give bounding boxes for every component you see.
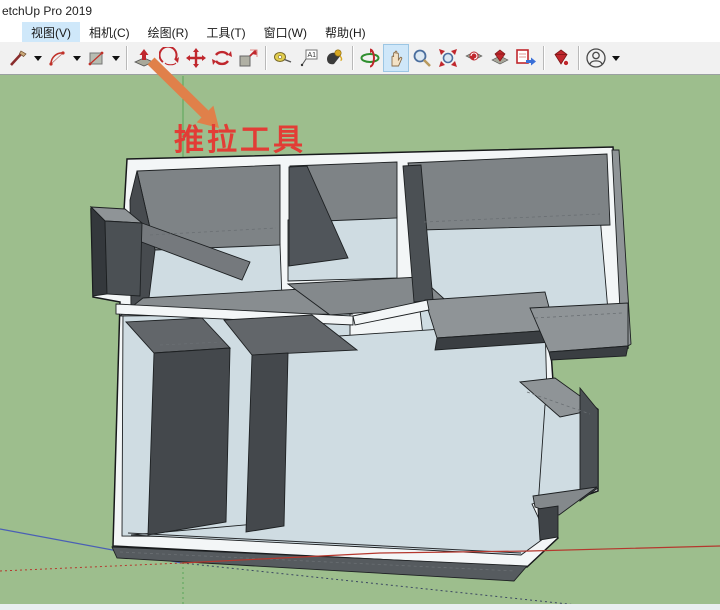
menu-window[interactable]: 窗口(W) bbox=[255, 22, 316, 43]
export-button[interactable] bbox=[513, 44, 539, 72]
export-icon bbox=[515, 47, 537, 69]
scale-tool-button[interactable] bbox=[235, 44, 261, 72]
move-icon bbox=[185, 47, 207, 69]
arc-tool-dropdown[interactable] bbox=[70, 45, 83, 71]
svg-text:A1: A1 bbox=[308, 52, 317, 59]
orbit-icon bbox=[359, 47, 381, 69]
circular-arrows-icon bbox=[211, 47, 233, 69]
menu-view[interactable]: 视图(V) bbox=[22, 22, 80, 43]
chevron-down-icon bbox=[612, 56, 620, 61]
chevron-down-icon bbox=[73, 56, 81, 61]
toolbar-separator bbox=[352, 46, 353, 70]
zoom-extents-tool-button[interactable] bbox=[435, 44, 461, 72]
toolbar-separator bbox=[265, 46, 266, 70]
red-gem-box-icon bbox=[489, 47, 511, 69]
line-tool-button[interactable] bbox=[5, 44, 31, 72]
chevron-down-icon bbox=[34, 56, 42, 61]
text-icon: A1 bbox=[298, 47, 320, 69]
model-info-button[interactable] bbox=[548, 44, 574, 72]
line-tool-dropdown[interactable] bbox=[31, 45, 44, 71]
zoom-tool-button[interactable] bbox=[409, 44, 435, 72]
window-title: etchUp Pro 2019 bbox=[0, 0, 92, 22]
paint-bucket-icon bbox=[324, 47, 346, 69]
account-button[interactable] bbox=[583, 44, 609, 72]
tape-measure-tool-button[interactable] bbox=[270, 44, 296, 72]
push-pull-tool-button[interactable] bbox=[131, 44, 157, 72]
account-dropdown[interactable] bbox=[609, 45, 622, 71]
wall-face bbox=[91, 207, 107, 296]
scale-icon bbox=[237, 47, 259, 69]
toolbar-separator bbox=[578, 46, 579, 70]
refresh-tool-button[interactable] bbox=[209, 44, 235, 72]
move-tool-button[interactable] bbox=[183, 44, 209, 72]
chevron-down-icon bbox=[112, 56, 120, 61]
title-bar: etchUp Pro 2019 bbox=[0, 0, 720, 22]
arc-icon bbox=[47, 48, 67, 68]
previous-view-icon bbox=[463, 47, 485, 69]
orbit-tool-button[interactable] bbox=[357, 44, 383, 72]
hand-icon bbox=[385, 47, 407, 69]
text-tool-button[interactable]: A1 bbox=[296, 44, 322, 72]
pan-tool-button[interactable] bbox=[383, 44, 409, 72]
wall-face bbox=[105, 221, 142, 296]
push-pull-icon bbox=[133, 47, 155, 69]
red-gem-icon bbox=[550, 47, 572, 69]
status-strip bbox=[0, 604, 720, 610]
sketchup-window: 推拉工具 etchUp Pro 2019 视图(V) 相机(C) 绘图(R) 工… bbox=[0, 0, 720, 610]
rotate-tool-button[interactable] bbox=[157, 44, 183, 72]
menu-help[interactable]: 帮助(H) bbox=[316, 22, 375, 43]
menu-camera[interactable]: 相机(C) bbox=[80, 22, 139, 43]
floorplan-model bbox=[91, 147, 631, 581]
menu-draw[interactable]: 绘图(R) bbox=[139, 22, 198, 43]
toolbar-separator bbox=[126, 46, 127, 70]
pencil-icon bbox=[8, 48, 28, 68]
menu-bar: 视图(V) 相机(C) 绘图(R) 工具(T) 窗口(W) 帮助(H) bbox=[0, 22, 720, 42]
wall-face bbox=[148, 348, 230, 535]
rectangle-icon bbox=[86, 48, 106, 68]
rotate-icon bbox=[159, 47, 181, 69]
menu-tools[interactable]: 工具(T) bbox=[197, 22, 254, 43]
zoom-extents-icon bbox=[437, 47, 459, 69]
model-viewport[interactable] bbox=[0, 0, 720, 610]
rectangle-tool-button[interactable] bbox=[83, 44, 109, 72]
toolbar-separator bbox=[543, 46, 544, 70]
arc-tool-button[interactable] bbox=[44, 44, 70, 72]
tape-measure-icon bbox=[272, 47, 294, 69]
magnifier-icon bbox=[411, 47, 433, 69]
wall-face bbox=[538, 506, 558, 540]
wall-face bbox=[246, 353, 288, 532]
paint-bucket-tool-button[interactable] bbox=[322, 44, 348, 72]
rectangle-tool-dropdown[interactable] bbox=[109, 45, 122, 71]
toolbar: A1 bbox=[0, 42, 720, 75]
wall-face bbox=[408, 154, 610, 230]
user-account-icon bbox=[585, 47, 607, 69]
add-location-button[interactable] bbox=[487, 44, 513, 72]
previous-view-button[interactable] bbox=[461, 44, 487, 72]
